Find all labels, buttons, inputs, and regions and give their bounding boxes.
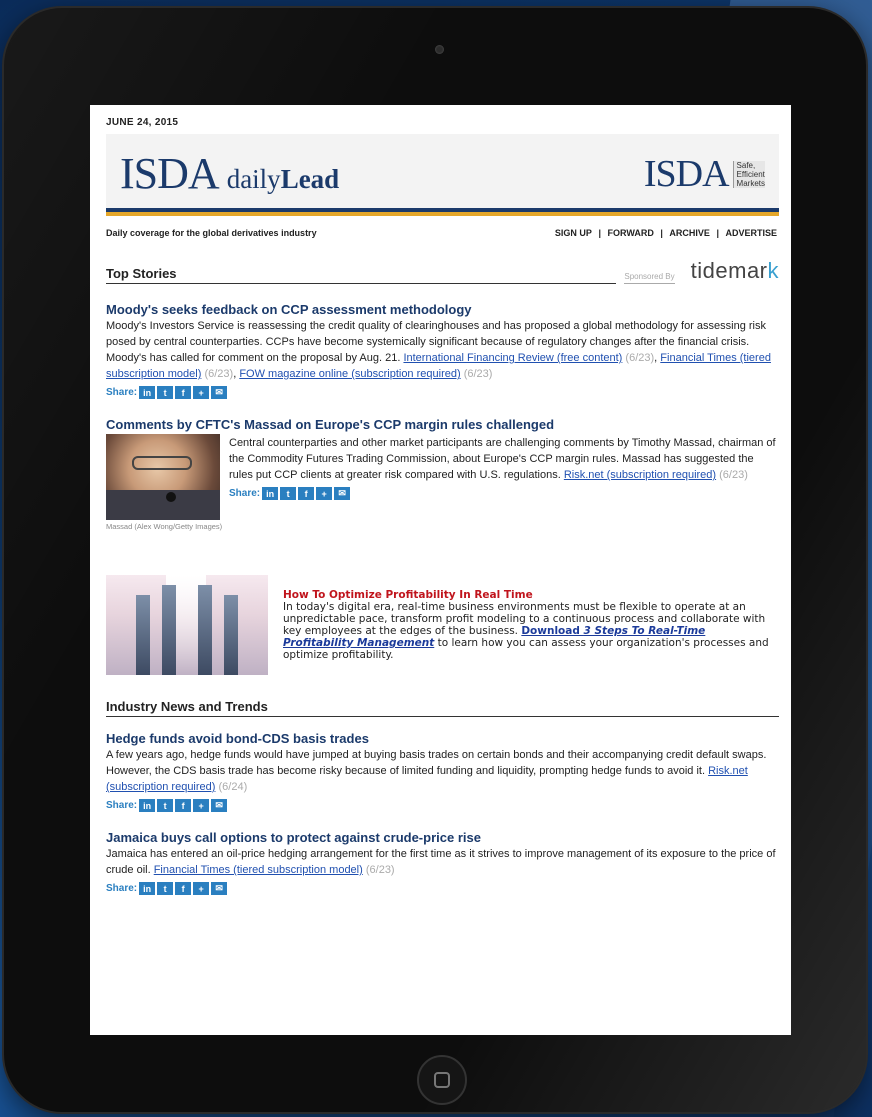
share-bar: Share: in t f + ✉ (106, 386, 779, 399)
home-square-icon (434, 1072, 450, 1088)
article-body: A few years ago, hedge funds would have … (106, 749, 767, 793)
email-icon[interactable]: ✉ (211, 799, 228, 812)
home-button[interactable] (417, 1055, 467, 1105)
top-stories-title: Top Stories (106, 266, 617, 284)
ifr-link[interactable]: International Financing Review (free con… (403, 352, 622, 364)
plus-icon[interactable]: + (193, 882, 210, 895)
facebook-icon[interactable]: f (175, 386, 192, 399)
newsletter-screen: JUNE 24, 2015 ISDA dailyLead ISDA Safe, E… (90, 105, 791, 1035)
article-headline[interactable]: Comments by CFTC's Massad on Europe's CC… (106, 417, 779, 432)
photo-caption: Massad (Alex Wong/Getty Images) (106, 522, 223, 531)
article-massad: Comments by CFTC's Massad on Europe's CC… (106, 417, 779, 531)
top-navbar: Daily coverage for the global derivative… (106, 228, 779, 238)
archive-link[interactable]: ARCHIVE (669, 228, 710, 238)
email-icon[interactable]: ✉ (211, 386, 228, 399)
industry-title: Industry News and Trends (106, 699, 779, 717)
advertise-link[interactable]: ADVERTISE (725, 228, 777, 238)
linkedin-icon[interactable]: in (139, 882, 156, 895)
masthead: ISDA dailyLead ISDA Safe, Efficient Marke… (106, 134, 779, 216)
fow-link[interactable]: FOW magazine online (subscription requir… (239, 368, 460, 380)
plus-icon[interactable]: + (193, 386, 210, 399)
linkedin-icon[interactable]: in (262, 487, 279, 500)
tablet-frame: JUNE 24, 2015 ISDA dailyLead ISDA Safe, E… (4, 8, 866, 1112)
article-headline[interactable]: Moody's seeks feedback on CCP assessment… (106, 302, 779, 317)
share-bar: Share: in t f + ✉ (229, 487, 779, 500)
article-body: Moody's Investors Service is reassessing… (106, 320, 771, 380)
tagline-text: Daily coverage for the global derivative… (106, 228, 317, 238)
risk-link[interactable]: Risk.net (subscription required) (564, 469, 716, 481)
twitter-icon[interactable]: t (280, 487, 297, 500)
issue-date: JUNE 24, 2015 (106, 117, 179, 128)
industry-header: Industry News and Trends (106, 699, 779, 717)
article-hedge-funds: Hedge funds avoid bond-CDS basis trades … (106, 731, 779, 812)
sponsored-label: Sponsored By (624, 272, 675, 284)
linkedin-icon[interactable]: in (139, 386, 156, 399)
camera-icon (435, 45, 444, 54)
ft-link[interactable]: Financial Times (tiered subscription mod… (154, 864, 363, 876)
twitter-icon[interactable]: t (157, 882, 174, 895)
linkedin-icon[interactable]: in (139, 799, 156, 812)
article-body: Jamaica has entered an oil-price hedging… (106, 848, 776, 876)
facebook-icon[interactable]: f (175, 799, 192, 812)
article-headline[interactable]: Jamaica buys call options to protect aga… (106, 830, 779, 845)
article-headline[interactable]: Hedge funds avoid bond-CDS basis trades (106, 731, 779, 746)
ad-title[interactable]: How To Optimize Profitability In Real Ti… (283, 589, 779, 601)
nav-links: SIGN UP | FORWARD | ARCHIVE | ADVERTISE (554, 228, 777, 238)
article-moodys: Moody's seeks feedback on CCP assessment… (106, 302, 779, 399)
facebook-icon[interactable]: f (298, 487, 315, 500)
twitter-icon[interactable]: t (157, 799, 174, 812)
email-icon[interactable]: ✉ (334, 487, 351, 500)
ad-escalator-image[interactable] (106, 575, 268, 675)
email-icon[interactable]: ✉ (211, 882, 228, 895)
top-stories-header: Top Stories Sponsored By tidemark (106, 258, 779, 284)
isda-logo[interactable]: ISDA Safe, Efficient Markets (644, 152, 765, 196)
plus-icon[interactable]: + (316, 487, 333, 500)
massad-photo (106, 434, 220, 520)
twitter-icon[interactable]: t (157, 386, 174, 399)
sponsored-ad: How To Optimize Profitability In Real Ti… (106, 575, 779, 675)
tidemark-logo[interactable]: tidemark (691, 258, 779, 284)
forward-link[interactable]: FORWARD (608, 228, 654, 238)
share-bar: Share: in t f + ✉ (106, 799, 779, 812)
article-body: Central counterparties and other market … (229, 437, 776, 481)
plus-icon[interactable]: + (193, 799, 210, 812)
isda-dailylead-logo[interactable]: ISDA dailyLead (120, 148, 339, 199)
share-bar: Share: in t f + ✉ (106, 882, 779, 895)
signup-link[interactable]: SIGN UP (555, 228, 592, 238)
article-jamaica: Jamaica buys call options to protect aga… (106, 830, 779, 895)
isda-tagline: Safe, Efficient Markets (732, 160, 765, 188)
facebook-icon[interactable]: f (175, 882, 192, 895)
ad-text: How To Optimize Profitability In Real Ti… (268, 589, 779, 661)
